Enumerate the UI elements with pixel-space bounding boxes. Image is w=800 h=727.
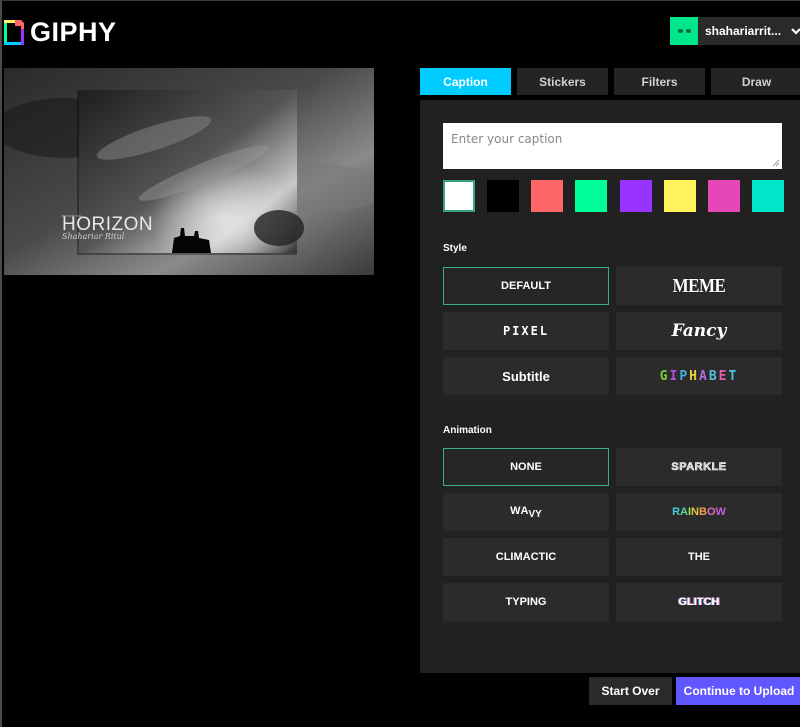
gif-preview: BEYOND THE HORIZON Shahariar Ritul — [4, 68, 374, 275]
style-option-label: PIXEL — [502, 324, 550, 338]
style-option-label: Subtitle — [502, 368, 550, 384]
color-swatch-yellow[interactable] — [663, 180, 696, 212]
giphabet-letter: A — [699, 368, 709, 384]
user-name-button[interactable]: shahariarrit... — [698, 17, 800, 45]
rainbow-letter: O — [706, 506, 716, 518]
editor-tabs: Caption Stickers Filters Draw — [420, 68, 800, 95]
style-option-label: MEME — [672, 274, 726, 297]
rainbow-letter: N — [691, 506, 699, 518]
giphabet-letter: G — [659, 368, 670, 384]
continue-to-upload-button[interactable]: Continue to Upload — [676, 677, 800, 705]
animation-option-climactic[interactable]: CLIMACTIC — [443, 538, 609, 576]
chevron-down-icon — [791, 27, 800, 35]
giphabet-letter: B — [708, 368, 719, 384]
animation-option-glitch[interactable]: GLITCH — [616, 583, 782, 621]
animation-option-label: NONE — [510, 461, 542, 473]
animation-option-label: GLITCH — [678, 596, 720, 608]
avatar-eye-icon — [685, 29, 691, 33]
giphabet-letter: T — [728, 368, 739, 384]
logo-text: GIPHY — [30, 17, 117, 47]
tab-draw[interactable]: Draw — [711, 68, 800, 95]
giphabet-letter: E — [718, 368, 729, 384]
giphabet-letter: I — [669, 368, 680, 384]
resize-grip-icon[interactable] — [772, 159, 780, 167]
rainbow-letter: W — [715, 506, 726, 518]
color-swatches — [443, 180, 784, 212]
animation-options: NONE SPARKLE WAVY RAINBOW CLIMACTIC THE … — [443, 448, 782, 621]
style-options: DEFAULT MEME PIXEL Fancy Subtitle GIPHAB… — [443, 267, 782, 395]
avatar — [670, 17, 698, 45]
style-section-label: Style — [443, 243, 467, 254]
color-swatch-purple[interactable] — [619, 180, 652, 212]
rainbow-letter: B — [699, 506, 707, 518]
rainbow-letter: A — [680, 506, 688, 518]
color-swatch-white[interactable] — [443, 180, 475, 212]
animation-option-label: THE — [688, 551, 710, 563]
wavy-letter: Y — [535, 509, 542, 520]
color-swatch-green[interactable] — [575, 180, 608, 212]
color-swatch-red[interactable] — [531, 180, 564, 212]
tab-stickers[interactable]: Stickers — [517, 68, 608, 95]
caption-panel: Style DEFAULT MEME PIXEL Fancy Subtitle … — [420, 100, 800, 673]
tab-caption[interactable]: Caption — [420, 68, 511, 95]
style-option-label: GIPHABET — [660, 369, 739, 384]
animation-option-sparkle[interactable]: SPARKLE — [616, 448, 782, 486]
style-option-default[interactable]: DEFAULT — [443, 267, 609, 305]
animation-option-rainbow[interactable]: RAINBOW — [616, 493, 782, 531]
giphy-logo[interactable]: GIPHY — [4, 17, 117, 48]
animation-option-wavy[interactable]: WAVY — [443, 493, 609, 531]
color-swatch-black[interactable] — [487, 180, 520, 212]
animation-option-label: CLIMACTIC — [495, 551, 557, 563]
wavy-letter: A — [520, 505, 529, 517]
animation-option-the[interactable]: THE — [616, 538, 782, 576]
animation-section-label: Animation — [443, 425, 492, 436]
caption-input[interactable] — [443, 123, 782, 169]
user-menu[interactable]: shahariarrit... — [670, 17, 800, 45]
style-option-fancy[interactable]: Fancy — [616, 312, 782, 350]
wavy-letter: W — [510, 505, 521, 517]
rainbow-letter: R — [672, 506, 681, 518]
style-option-giphabet[interactable]: GIPHABET — [616, 357, 782, 395]
animation-option-label: TYPING — [505, 596, 547, 608]
tab-filters[interactable]: Filters — [614, 68, 705, 95]
style-option-meme[interactable]: MEME — [616, 267, 782, 305]
animation-option-none[interactable]: NONE — [443, 448, 609, 486]
style-option-pixel[interactable]: PIXEL — [443, 312, 609, 350]
avatar-eye-icon — [677, 29, 683, 33]
preview-image: BEYOND THE HORIZON Shahariar Ritul — [4, 68, 374, 275]
username: shahariarrit... — [705, 24, 782, 38]
animation-option-label: WAVY — [510, 505, 542, 520]
animation-option-typing[interactable]: TYPING — [443, 583, 609, 621]
animation-option-label: SPARKLE — [671, 461, 727, 474]
start-over-button[interactable]: Start Over — [589, 677, 672, 705]
giphabet-letter: P — [679, 368, 690, 384]
style-option-subtitle[interactable]: Subtitle — [443, 357, 609, 395]
style-option-label: DEFAULT — [501, 280, 551, 292]
color-swatch-teal[interactable] — [751, 180, 784, 212]
overlay-signature-text: Shahariar Ritul — [62, 232, 125, 241]
animation-option-label: RAINBOW — [672, 506, 726, 518]
color-swatch-pink[interactable] — [707, 180, 740, 212]
giphy-logo-icon — [4, 19, 24, 45]
giphabet-letter: H — [689, 368, 699, 384]
style-option-label: Fancy — [671, 321, 727, 341]
wavy-letter: V — [528, 509, 536, 520]
